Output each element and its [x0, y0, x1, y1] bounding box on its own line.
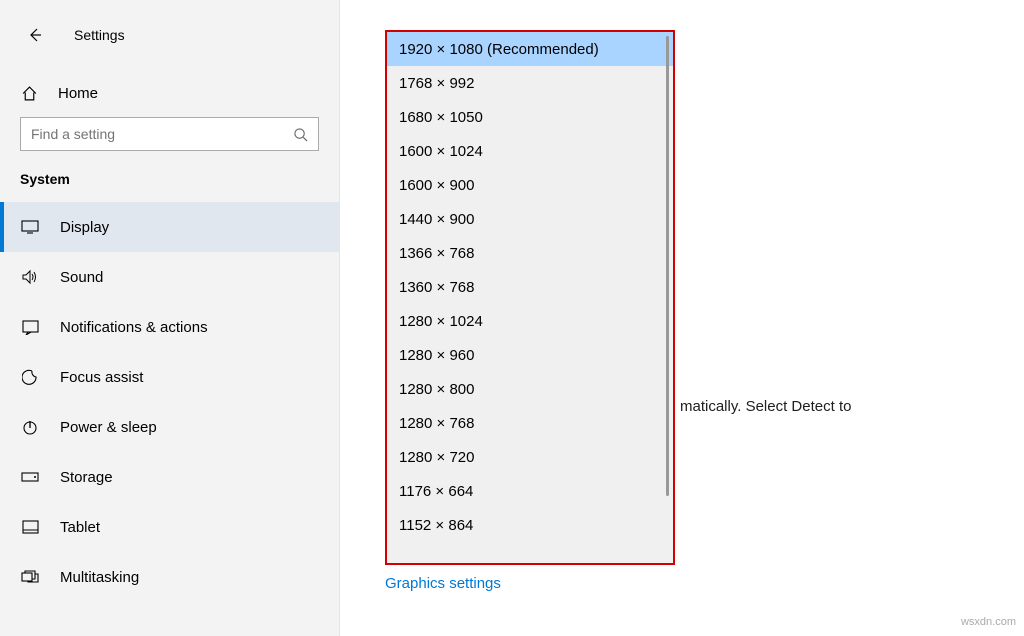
- graphics-settings-link[interactable]: Graphics settings: [385, 575, 501, 592]
- resolution-option[interactable]: 1360 × 768: [387, 270, 673, 304]
- resolution-option[interactable]: 1366 × 768: [387, 236, 673, 270]
- watermark: wsxdn.com: [961, 616, 1016, 628]
- back-button[interactable]: [20, 20, 50, 50]
- resolution-option[interactable]: 1152 × 864: [387, 508, 673, 542]
- nav-label: Tablet: [60, 519, 100, 536]
- search-wrap: [0, 117, 339, 171]
- resolution-option[interactable]: 1600 × 900: [387, 168, 673, 202]
- main-content: 1920 × 1080 (Recommended) 1768 × 992 168…: [340, 0, 1024, 636]
- display-icon: [20, 220, 40, 234]
- resolution-option[interactable]: 1280 × 720: [387, 440, 673, 474]
- settings-title: Settings: [74, 27, 125, 43]
- resolution-option[interactable]: 1920 × 1080 (Recommended): [387, 32, 673, 66]
- nav-label: Sound: [60, 269, 103, 286]
- section-title: System: [0, 171, 339, 202]
- sound-icon: [20, 269, 40, 285]
- storage-icon: [20, 472, 40, 482]
- search-box[interactable]: [20, 117, 319, 151]
- moon-icon: [20, 369, 40, 385]
- nav-focus-assist[interactable]: Focus assist: [0, 352, 339, 402]
- dropdown-scrollbar[interactable]: [666, 36, 669, 496]
- header-row: Settings: [0, 20, 339, 75]
- power-icon: [20, 419, 40, 435]
- search-icon: [293, 127, 308, 142]
- nav-storage[interactable]: Storage: [0, 452, 339, 502]
- resolution-option[interactable]: 1176 × 664: [387, 474, 673, 508]
- nav-label: Focus assist: [60, 369, 143, 386]
- resolution-option[interactable]: 1680 × 1050: [387, 100, 673, 134]
- resolution-option[interactable]: 1280 × 960: [387, 338, 673, 372]
- resolution-option[interactable]: 1280 × 1024: [387, 304, 673, 338]
- resolution-option[interactable]: 1600 × 1024: [387, 134, 673, 168]
- home-label: Home: [58, 85, 98, 102]
- resolution-option[interactable]: 1280 × 800: [387, 372, 673, 406]
- tablet-icon: [20, 520, 40, 534]
- nav-tablet[interactable]: Tablet: [0, 502, 339, 552]
- resolution-option[interactable]: 1768 × 992: [387, 66, 673, 100]
- arrow-left-icon: [27, 27, 43, 43]
- nav-label: Notifications & actions: [60, 319, 208, 336]
- nav-label: Storage: [60, 469, 113, 486]
- notification-icon: [20, 320, 40, 335]
- nav-sound[interactable]: Sound: [0, 252, 339, 302]
- settings-sidebar: Settings Home System Display Sound Notif…: [0, 0, 340, 636]
- nav-display[interactable]: Display: [0, 202, 339, 252]
- nav-label: Multitasking: [60, 569, 139, 586]
- resolution-option[interactable]: 1440 × 900: [387, 202, 673, 236]
- search-input[interactable]: [31, 126, 293, 142]
- home-nav[interactable]: Home: [0, 75, 339, 117]
- help-text-partial: matically. Select Detect to: [680, 398, 851, 415]
- multitasking-icon: [20, 570, 40, 584]
- home-icon: [20, 85, 38, 102]
- resolution-option[interactable]: 1280 × 768: [387, 406, 673, 440]
- nav-power-sleep[interactable]: Power & sleep: [0, 402, 339, 452]
- nav-label: Display: [60, 219, 109, 236]
- resolution-dropdown: 1920 × 1080 (Recommended) 1768 × 992 168…: [385, 30, 675, 565]
- nav-label: Power & sleep: [60, 419, 157, 436]
- nav-multitasking[interactable]: Multitasking: [0, 552, 339, 602]
- nav-notifications[interactable]: Notifications & actions: [0, 302, 339, 352]
